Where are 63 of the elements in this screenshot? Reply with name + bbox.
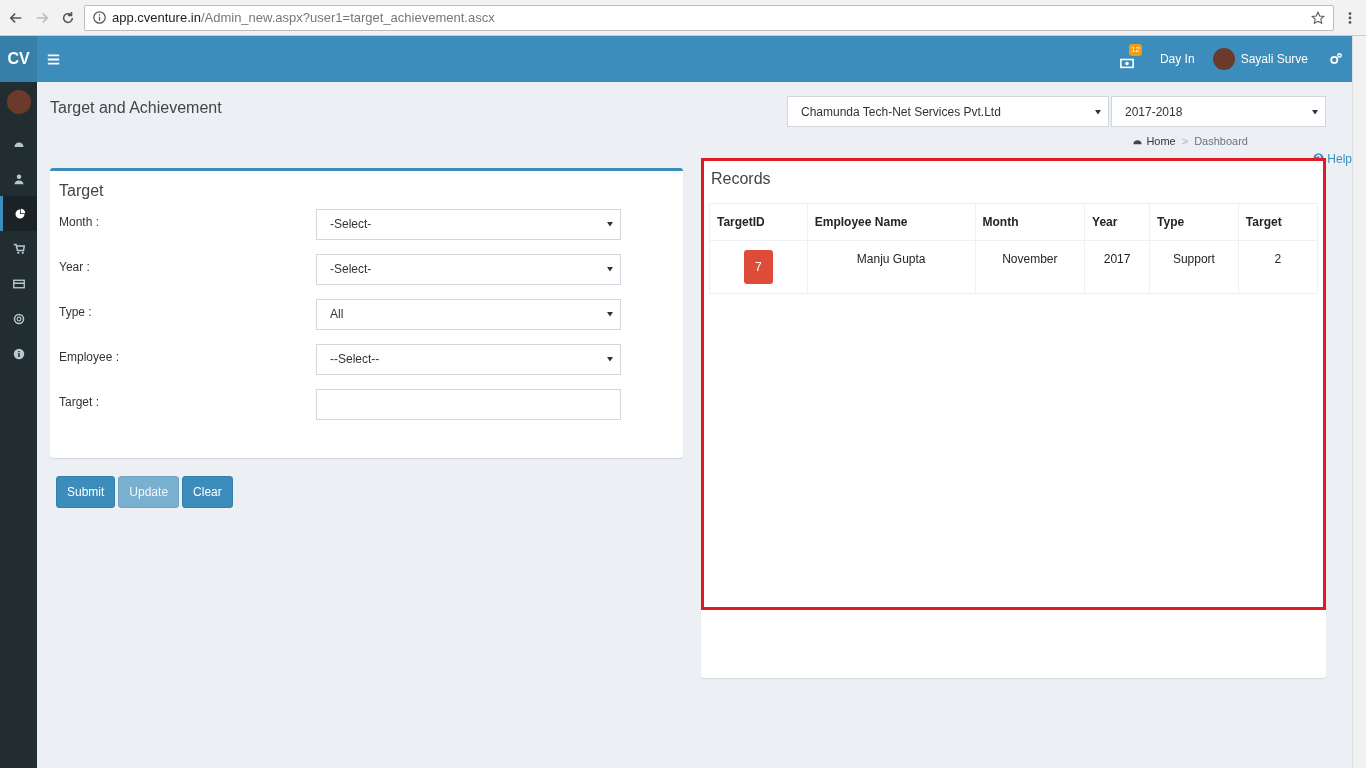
select-field[interactable]: -Select- xyxy=(316,208,621,240)
column-header: Type xyxy=(1149,203,1239,240)
field-label: Type : xyxy=(59,303,93,321)
company-select[interactable]: Chamunda Tech-Net Services Pvt.Ltd xyxy=(787,96,1109,127)
table-cell: 2017 xyxy=(1084,240,1150,293)
credit-card-icon xyxy=(12,277,25,290)
logo[interactable]: CV xyxy=(0,36,37,82)
url-text: app.cventure.in/Admin_new.aspx?user1=target_achievement.ascx xyxy=(112,8,496,27)
caret-down-icon xyxy=(606,265,614,273)
user-icon xyxy=(12,172,25,185)
caret-down-icon xyxy=(1094,107,1102,116)
breadcrumb-separator: > xyxy=(1181,134,1189,149)
avatar xyxy=(1212,48,1235,70)
star-icon[interactable] xyxy=(1311,10,1325,25)
column-header: Employee Name xyxy=(807,203,976,240)
breadcrumb-link[interactable]: Home xyxy=(1132,133,1176,150)
caret-down-icon xyxy=(606,220,614,228)
table-cell: Support xyxy=(1149,240,1239,293)
column-header: TargetID xyxy=(709,203,808,240)
money-icon xyxy=(1119,56,1134,70)
year-select[interactable]: 2017-2018 xyxy=(1111,96,1326,127)
panel-title: Target xyxy=(59,180,105,201)
day-in-link[interactable]: Day In xyxy=(1159,50,1195,68)
pie-chart-icon xyxy=(14,207,26,220)
breadcrumb-item: Dashboard xyxy=(1194,134,1248,149)
form-button[interactable]: Clear xyxy=(182,475,233,508)
kebab-menu-icon xyxy=(1348,10,1352,25)
cart-icon xyxy=(12,242,25,255)
panel-title: Records xyxy=(711,168,772,189)
field-label: Employee : xyxy=(59,348,121,366)
gears-icon xyxy=(1329,52,1343,66)
field-label: Target : xyxy=(59,393,101,411)
info-icon xyxy=(12,347,25,360)
avatar xyxy=(6,90,31,114)
notification-count: 12 xyxy=(1129,44,1142,56)
reload-icon xyxy=(61,10,75,25)
table-cell: 2 xyxy=(1238,240,1318,293)
column-header: Month xyxy=(975,203,1085,240)
field-label: Year : xyxy=(59,258,91,276)
caret-down-icon xyxy=(1311,107,1319,116)
input-field[interactable] xyxy=(316,388,621,420)
table-cell: November xyxy=(975,240,1085,293)
back-arrow-icon xyxy=(9,10,23,25)
address-bar[interactable]: app.cventure.in/Admin_new.aspx?user1=target_achievement.ascx xyxy=(84,4,1334,31)
page-title: Target and Achievement xyxy=(50,98,223,118)
select-field[interactable]: All xyxy=(316,298,621,330)
column-header: Target xyxy=(1238,203,1318,240)
info-icon xyxy=(93,11,106,24)
field-label: Month : xyxy=(59,213,101,231)
sidebar-item[interactable] xyxy=(0,196,37,231)
vertical-scrollbar[interactable] xyxy=(1352,36,1366,768)
hamburger-menu-icon xyxy=(46,52,60,66)
forward-arrow-icon xyxy=(35,10,49,25)
lifebuoy-icon xyxy=(12,312,25,325)
select-field[interactable]: -Select- xyxy=(316,253,621,285)
caret-down-icon xyxy=(606,310,614,318)
caret-down-icon xyxy=(606,355,614,363)
form-button[interactable]: Submit xyxy=(56,475,116,508)
id-badge[interactable]: 7 xyxy=(744,249,773,284)
user-name[interactable]: Sayali Surve xyxy=(1240,50,1308,68)
table-cell: Manju Gupta xyxy=(807,240,976,293)
column-header: Year xyxy=(1084,203,1150,240)
select-field[interactable]: --Select-- xyxy=(316,343,621,375)
